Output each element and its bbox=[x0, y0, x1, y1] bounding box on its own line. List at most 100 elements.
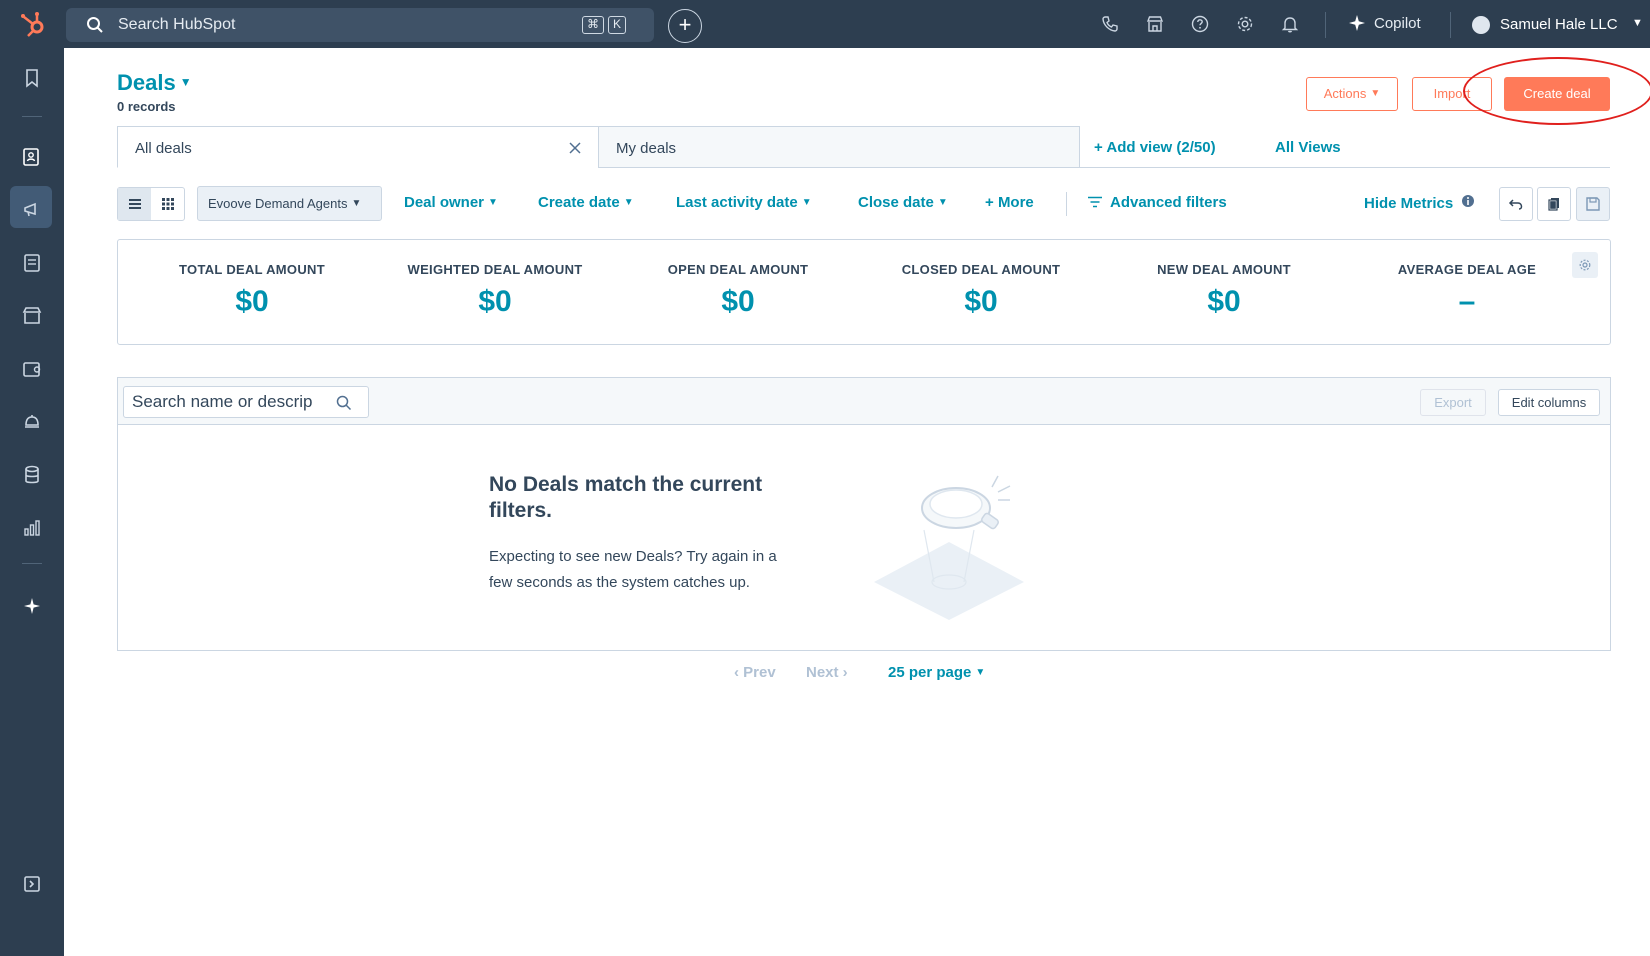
settings-gear-icon[interactable] bbox=[1235, 14, 1255, 34]
pipeline-select[interactable]: Evoove Demand Agents ▼ bbox=[197, 186, 382, 221]
service-bell-icon[interactable] bbox=[20, 410, 44, 434]
deal-owner-filter[interactable]: Deal owner ▼ bbox=[404, 194, 498, 211]
breeze-ai-sparkle-icon[interactable] bbox=[20, 594, 44, 618]
close-date-label: Close date bbox=[858, 194, 934, 211]
edit-columns-button[interactable]: Edit columns bbox=[1498, 389, 1600, 416]
tab-all-deals-label: All deals bbox=[135, 140, 192, 157]
metric-label: AVERAGE DEAL AGE bbox=[1397, 262, 1537, 277]
per-page-label: 25 per page bbox=[888, 664, 972, 681]
board-view-icon[interactable] bbox=[160, 196, 176, 212]
caret-down-icon: ▼ bbox=[937, 197, 948, 208]
last-activity-date-filter[interactable]: Last activity date ▼ bbox=[676, 194, 812, 211]
filter-lines-icon bbox=[1088, 196, 1102, 208]
tab-my-deals[interactable]: My deals bbox=[598, 126, 1080, 168]
topbar-divider bbox=[1325, 12, 1326, 38]
next-page-button[interactable]: Next › bbox=[806, 664, 848, 681]
undo-button[interactable] bbox=[1499, 187, 1533, 221]
gear-icon bbox=[1579, 259, 1591, 271]
metric-average-deal-age: AVERAGE DEAL AGE – bbox=[1352, 262, 1582, 319]
topbar-divider bbox=[1450, 12, 1451, 38]
metric-value: $0 bbox=[478, 285, 512, 318]
page-title: Deals bbox=[117, 70, 176, 95]
list-view-icon bbox=[129, 199, 141, 209]
copilot-label: Copilot bbox=[1374, 15, 1421, 32]
hide-metrics-button[interactable]: Hide Metrics bbox=[1364, 194, 1475, 212]
data-database-icon[interactable] bbox=[20, 463, 44, 487]
export-button[interactable]: Export bbox=[1420, 389, 1486, 416]
create-deal-button[interactable]: Create deal bbox=[1504, 77, 1610, 111]
magnifying-glass-illustration-icon bbox=[874, 475, 1024, 620]
metric-value: $0 bbox=[964, 285, 998, 318]
expand-sidebar-icon[interactable] bbox=[20, 872, 44, 896]
save-view-button[interactable] bbox=[1576, 187, 1610, 221]
metric-value: $0 bbox=[721, 285, 755, 318]
phone-icon[interactable] bbox=[1100, 14, 1120, 34]
metrics-summary-card: TOTAL DEAL AMOUNT $0 WEIGHTED DEAL AMOUN… bbox=[117, 239, 1611, 345]
table-toolbar: Export Edit columns bbox=[118, 378, 1610, 425]
clone-view-button[interactable] bbox=[1537, 187, 1571, 221]
help-icon[interactable] bbox=[1190, 14, 1210, 34]
metrics-settings-button[interactable] bbox=[1572, 252, 1598, 278]
add-view-label: Add view (2/50) bbox=[1106, 139, 1216, 156]
sidebar-divider bbox=[22, 116, 42, 117]
add-view-button[interactable]: + Add view (2/50) bbox=[1094, 139, 1216, 156]
caret-down-icon: ▼ bbox=[488, 197, 498, 208]
metric-label: TOTAL DEAL AMOUNT bbox=[179, 262, 325, 277]
advanced-filters-button[interactable]: Advanced filters bbox=[1088, 194, 1227, 211]
account-name: Samuel Hale LLC bbox=[1500, 16, 1618, 33]
table-search-field[interactable] bbox=[123, 386, 369, 418]
actions-dropdown-button[interactable]: Actions ▼ bbox=[1306, 77, 1398, 111]
metric-label: OPEN DEAL AMOUNT bbox=[667, 262, 809, 277]
tab-all-deals[interactable]: All deals bbox=[117, 126, 599, 168]
save-icon bbox=[1586, 197, 1600, 211]
empty-state-message: Expecting to see new Deals? Try again in… bbox=[489, 548, 777, 591]
copy-icon bbox=[1548, 198, 1559, 211]
more-filters-button[interactable]: + More bbox=[985, 194, 1034, 211]
global-search-placeholder: Search HubSpot bbox=[118, 16, 236, 33]
advanced-filters-label: Advanced filters bbox=[1110, 194, 1227, 211]
commerce-icon[interactable] bbox=[20, 304, 44, 328]
import-button[interactable]: Import bbox=[1412, 77, 1492, 111]
metric-value: – bbox=[1458, 285, 1476, 318]
global-search-bar[interactable]: Search HubSpot ⌘ K bbox=[66, 8, 654, 42]
marketing-megaphone-icon[interactable] bbox=[20, 198, 44, 222]
view-mode-toggle bbox=[117, 187, 185, 221]
last-activity-label: Last activity date bbox=[676, 194, 798, 211]
deals-table-panel: Export Edit columns No Deals match the c… bbox=[117, 377, 1611, 651]
content-icon[interactable] bbox=[20, 251, 44, 275]
metric-open-deal-amount: OPEN DEAL AMOUNT $0 bbox=[623, 262, 853, 319]
empty-state-title: No Deals match the current filters. bbox=[489, 473, 763, 522]
caret-down-icon: ▼ bbox=[179, 75, 192, 89]
hubspot-logo-icon[interactable] bbox=[18, 9, 48, 39]
undo-icon bbox=[1508, 199, 1523, 210]
create-date-label: Create date bbox=[538, 194, 620, 211]
prev-page-button[interactable]: ‹ Prev bbox=[734, 664, 776, 681]
table-search-input[interactable] bbox=[132, 392, 332, 412]
plus-icon: + bbox=[1094, 139, 1107, 156]
quick-create-button[interactable]: + bbox=[668, 9, 702, 43]
sales-wallet-icon[interactable] bbox=[20, 357, 44, 381]
more-label: More bbox=[997, 194, 1034, 211]
close-date-filter[interactable]: Close date ▼ bbox=[858, 194, 948, 211]
bookmark-icon[interactable] bbox=[20, 66, 44, 90]
metric-label: NEW DEAL AMOUNT bbox=[1157, 262, 1291, 277]
filter-divider bbox=[1066, 192, 1067, 216]
tabs-divider bbox=[1080, 167, 1610, 168]
metric-total-deal-amount: TOTAL DEAL AMOUNT $0 bbox=[137, 262, 367, 319]
notifications-bell-icon[interactable] bbox=[1280, 14, 1300, 34]
contacts-crm-icon[interactable] bbox=[19, 145, 43, 169]
metric-value: $0 bbox=[235, 285, 269, 318]
marketplace-icon[interactable] bbox=[1145, 14, 1165, 34]
metric-value: $0 bbox=[1207, 285, 1241, 318]
per-page-select[interactable]: 25 per page ▼ bbox=[888, 664, 985, 681]
close-icon[interactable] bbox=[568, 141, 582, 155]
hide-metrics-label: Hide Metrics bbox=[1364, 195, 1454, 212]
reporting-chart-icon[interactable] bbox=[20, 516, 44, 540]
left-sidebar bbox=[0, 48, 64, 956]
metric-label: WEIGHTED DEAL AMOUNT bbox=[407, 262, 583, 277]
page-title-dropdown[interactable]: Deals ▼ bbox=[117, 70, 192, 96]
keyboard-shortcut-k: K bbox=[608, 16, 626, 34]
create-date-filter[interactable]: Create date ▼ bbox=[538, 194, 634, 211]
info-icon bbox=[1462, 195, 1475, 207]
all-views-link[interactable]: All Views bbox=[1275, 139, 1341, 156]
